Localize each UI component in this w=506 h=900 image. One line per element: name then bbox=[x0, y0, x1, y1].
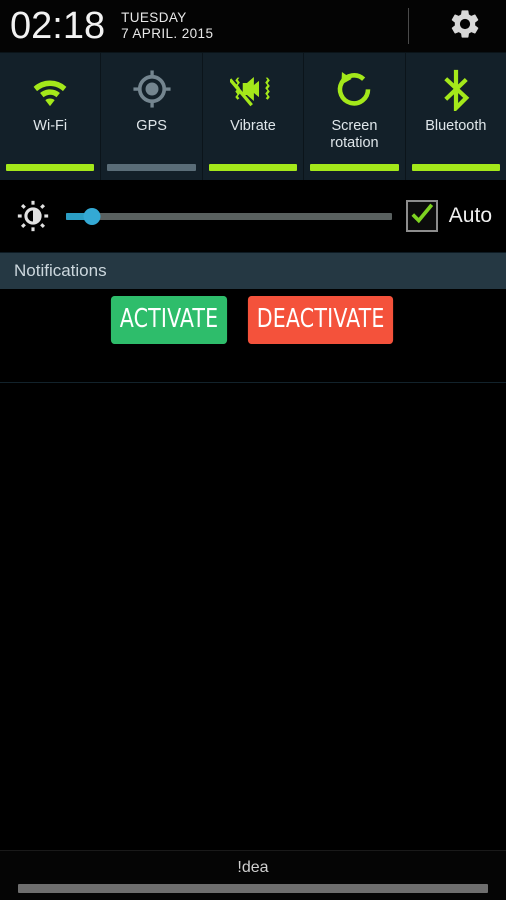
auto-brightness-toggle[interactable]: Auto bbox=[405, 200, 492, 232]
deactivate-button[interactable]: DEACTIVATE bbox=[247, 296, 394, 344]
gear-icon bbox=[448, 7, 482, 46]
toggle-label: Vibrate bbox=[230, 118, 276, 134]
auto-checkbox[interactable] bbox=[405, 200, 438, 232]
shade-footer: !dea bbox=[0, 850, 506, 900]
brightness-sun-icon bbox=[12, 199, 54, 233]
vibrate-muted-speaker-icon bbox=[230, 62, 276, 116]
day-of-week: TUESDAY bbox=[121, 10, 187, 26]
auto-label: Auto bbox=[448, 204, 492, 227]
notification-divider bbox=[0, 382, 506, 383]
date: 7 APRIL. 2015 bbox=[121, 26, 214, 41]
notification-action-row: ACTIVATE DEACTIVATE bbox=[103, 296, 403, 344]
activate-button[interactable]: ACTIVATE bbox=[110, 296, 227, 344]
toggle-wifi[interactable]: Wi-Fi bbox=[0, 53, 102, 180]
toggle-status-underline bbox=[107, 164, 196, 171]
gps-crosshair-icon bbox=[131, 62, 173, 116]
toggle-gps[interactable]: GPS bbox=[101, 53, 203, 180]
slider-thumb[interactable] bbox=[83, 207, 101, 225]
toggle-status-underline bbox=[411, 164, 501, 171]
notification-item[interactable]: ACTIVATE DEACTIVATE bbox=[0, 289, 506, 369]
toggle-label: Bluetooth bbox=[425, 118, 487, 134]
toggle-screen-rotation[interactable]: Screen rotation bbox=[304, 53, 406, 180]
date-block: TUESDAY 7 APRIL. 2015 bbox=[121, 10, 213, 41]
toggle-label: Wi-Fi bbox=[33, 118, 68, 134]
notifications-header: Notifications bbox=[0, 253, 506, 289]
quick-settings-row: Wi-Fi GPS Vibrate Screen rotation Blueto… bbox=[0, 52, 506, 180]
header-divider bbox=[408, 8, 409, 44]
bluetooth-icon bbox=[437, 62, 475, 116]
clock: 02:18 bbox=[10, 5, 106, 47]
carrier-label: !dea bbox=[237, 859, 269, 876]
toggle-label: Screen rotation bbox=[330, 118, 379, 151]
wifi-icon bbox=[27, 62, 73, 116]
brightness-row: Auto bbox=[0, 180, 506, 253]
drag-handle[interactable] bbox=[18, 884, 488, 893]
settings-button[interactable] bbox=[446, 7, 484, 45]
notifications-title: Notifications bbox=[14, 261, 107, 280]
screen-rotation-icon bbox=[333, 62, 375, 116]
checkmark-icon bbox=[409, 201, 435, 232]
toggle-status-underline bbox=[208, 164, 298, 171]
toggle-vibrate[interactable]: Vibrate bbox=[203, 53, 305, 180]
brightness-slider[interactable] bbox=[66, 204, 392, 228]
toggle-bluetooth[interactable]: Bluetooth bbox=[406, 53, 506, 180]
notification-shade: 02:18 TUESDAY 7 APRIL. 2015 Wi-Fi GPS Vi… bbox=[0, 0, 506, 900]
slider-track bbox=[66, 212, 392, 220]
toggle-label: GPS bbox=[136, 118, 167, 134]
toggle-status-underline bbox=[6, 164, 95, 171]
toggle-status-underline bbox=[310, 164, 399, 171]
status-header: 02:18 TUESDAY 7 APRIL. 2015 bbox=[0, 0, 506, 52]
